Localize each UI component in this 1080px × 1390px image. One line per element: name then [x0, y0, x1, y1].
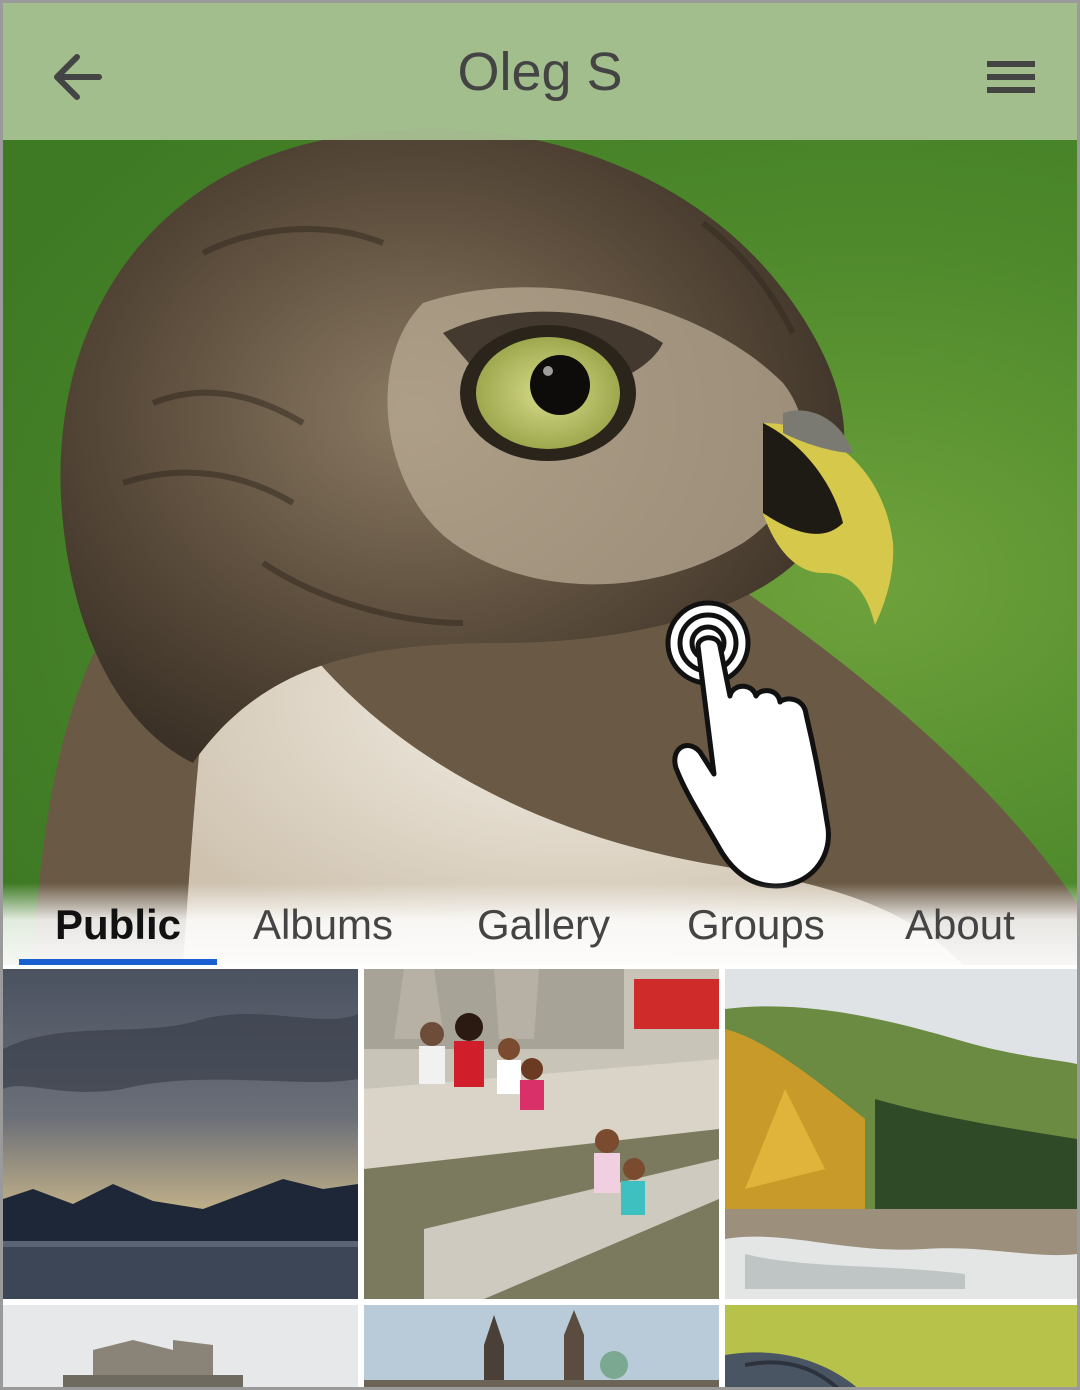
tab-albums[interactable]: Albums [253, 901, 393, 949]
city-towers-photo [364, 1305, 719, 1387]
menu-button[interactable] [973, 43, 1045, 115]
profile-tabs: Public Albums Gallery Groups About [3, 883, 1077, 965]
top-app-bar: Oleg S [3, 3, 1077, 140]
photo-tile-city[interactable] [364, 1305, 719, 1387]
tab-about[interactable]: About [905, 901, 1015, 949]
hawk-photo [33, 129, 1077, 965]
tab-public[interactable]: Public [55, 901, 181, 949]
photo-tile-bird[interactable] [725, 1305, 1077, 1387]
lake-mountains-sunset-photo [3, 969, 358, 1299]
autumn-forest-river-photo [725, 969, 1077, 1299]
photo-tile-building[interactable] [3, 1305, 358, 1387]
photo-tile-family[interactable] [364, 969, 719, 1299]
tap-gesture-hand-icon [665, 600, 831, 889]
profile-screen: Oleg S Public Albums Gallery Groups Abou… [0, 0, 1080, 1390]
tab-gallery[interactable]: Gallery [477, 901, 610, 949]
tab-groups[interactable]: Groups [687, 901, 825, 949]
profile-name-title: Oleg S [457, 42, 623, 102]
family-on-steps-photo [364, 969, 719, 1299]
photo-tile-lake[interactable] [3, 969, 358, 1299]
cover-photo[interactable] [3, 3, 1077, 965]
old-building-photo [3, 1305, 358, 1387]
bird-in-flight-photo [725, 1305, 1077, 1387]
photo-tile-forest[interactable] [725, 969, 1077, 1299]
hamburger-menu-icon [987, 61, 1035, 93]
